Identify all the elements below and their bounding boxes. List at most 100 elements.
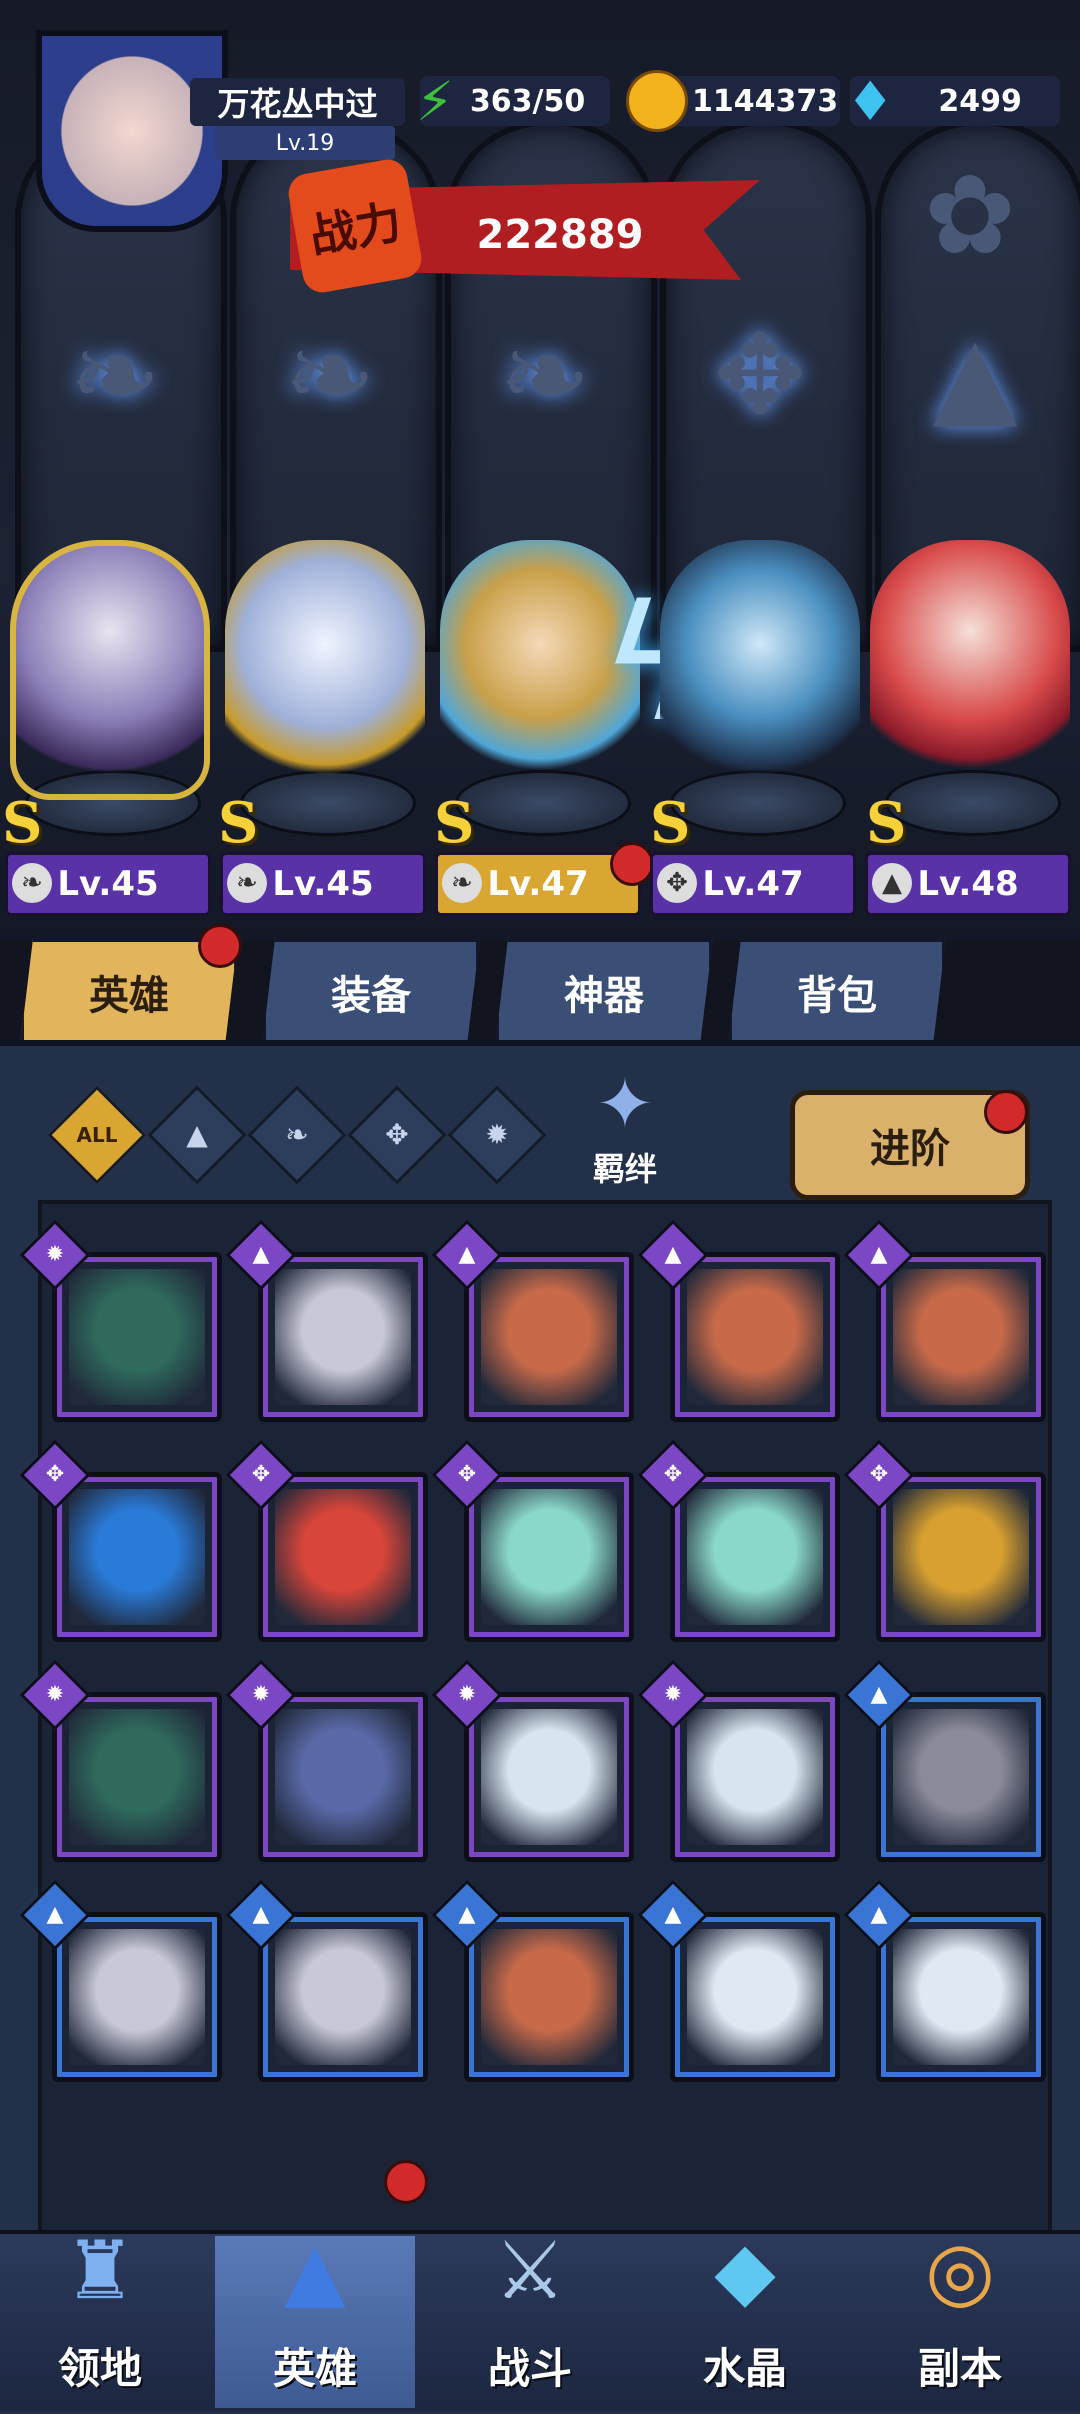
nav-label: 英雄 [272, 2344, 357, 2393]
coin-icon [626, 70, 688, 132]
power-value: 222889 [476, 212, 644, 258]
nav-battle[interactable]: ⚔ 战斗 [430, 2170, 630, 2408]
diamond-counter[interactable]: ♦ 2499 [846, 70, 1060, 133]
hero-portrait [687, 1929, 823, 2065]
nav-dungeon[interactable]: ◎ 副本 [860, 2170, 1060, 2408]
energy-value: 363/50 [469, 83, 586, 119]
nav-territory[interactable]: ♜ 领地 [0, 2170, 200, 2408]
hero-card[interactable] [464, 1472, 634, 1642]
hero-portrait [275, 1709, 411, 1845]
hero-portrait [687, 1709, 823, 1845]
hero-card[interactable] [876, 1912, 1046, 2082]
hero-level-bar: ✥ Lv.47 [650, 852, 856, 916]
hero-level: Lv.47 [702, 864, 804, 904]
player-avatar[interactable] [36, 30, 228, 232]
wing-emblem-icon: ❧ [283, 311, 377, 439]
tab-artifacts[interactable]: 神器 [495, 938, 713, 1046]
hero-portrait [69, 1709, 205, 1845]
diamond-icon: ♦ [846, 69, 895, 133]
rank-badge: S [218, 790, 259, 856]
flower-emblem-icon: ✿ [923, 151, 1017, 279]
rank-badge: S [650, 790, 691, 856]
hat-icon: ▲ [872, 863, 912, 903]
hero-card[interactable] [464, 1692, 634, 1862]
hero-card[interactable] [52, 1472, 222, 1642]
hero-card[interactable] [52, 1252, 222, 1422]
hero-level: Lv.45 [57, 864, 159, 904]
hero-card[interactable] [52, 1912, 222, 2082]
hero-card[interactable] [258, 1252, 428, 1422]
hero-portrait [687, 1489, 823, 1625]
hero-portrait [481, 1709, 617, 1845]
hero-portrait [69, 1489, 205, 1625]
alert-dot [984, 1090, 1028, 1134]
hero-figure-slot-4[interactable] [660, 540, 860, 800]
nav-label: 领地 [57, 2344, 142, 2393]
diamond-value: 2499 [938, 83, 1022, 119]
hero-figure-slot-1[interactable] [10, 540, 210, 800]
hero-card[interactable] [258, 1692, 428, 1862]
power-label: 战力 [285, 156, 425, 296]
nav-label: 副本 [917, 2344, 1002, 2393]
alert-dot [610, 842, 654, 886]
hero-portrait [69, 1269, 205, 1405]
hero-portrait [893, 1929, 1029, 2065]
wrench-emblem-icon: ✥ [713, 311, 807, 439]
hero-card[interactable] [258, 1912, 428, 2082]
rank-badge: S [434, 790, 475, 856]
nav-label: 战斗 [487, 2344, 572, 2393]
hero-portrait [893, 1269, 1029, 1405]
hero-portrait [275, 1929, 411, 2065]
hero-card[interactable] [670, 1912, 840, 2082]
hero-card[interactable] [464, 1912, 634, 2082]
hero-portrait [481, 1269, 617, 1405]
alert-dot [384, 2160, 428, 2204]
nav-crystal[interactable]: ◆ 水晶 [645, 2170, 845, 2408]
hero-portrait [275, 1269, 411, 1405]
hero-card[interactable] [876, 1472, 1046, 1642]
hero-portrait [481, 1929, 617, 2065]
energy-counter[interactable]: ⚡ 363/50 [416, 70, 610, 133]
tab-backpack[interactable]: 背包 [728, 938, 946, 1046]
hero-card[interactable] [258, 1472, 428, 1642]
wing-emblem-icon: ❧ [68, 311, 162, 439]
player-level: Lv.19 [215, 126, 395, 160]
hero-card[interactable] [876, 1692, 1046, 1862]
lightning-icon: ⚡ [416, 69, 454, 133]
hero-portrait [481, 1489, 617, 1625]
player-name: 万花丛中过 [190, 78, 405, 126]
hero-level-bar: ❧ Lv.45 [5, 852, 211, 916]
claw-icon: ✹ [485, 1118, 509, 1151]
hero-card[interactable] [52, 1692, 222, 1862]
gold-counter[interactable]: 1144373 [626, 70, 840, 132]
hero-card[interactable] [464, 1252, 634, 1422]
castle-icon: ♜ [64, 2223, 136, 2317]
hero-card[interactable] [670, 1692, 840, 1862]
hero-level-bar: ❧ Lv.45 [220, 852, 426, 916]
portal-icon: ◎ [925, 2223, 995, 2317]
hero-level: Lv.47 [487, 864, 589, 904]
hero-hat-icon: ▲ [284, 2223, 346, 2317]
nav-label: 水晶 [702, 2344, 787, 2393]
crystal-icon: ◆ [714, 2223, 776, 2317]
hat-emblem-icon: ▲ [932, 311, 1018, 439]
rank-badge: S [2, 790, 43, 856]
hero-card[interactable] [670, 1252, 840, 1422]
hero-portrait [893, 1709, 1029, 1845]
wing-icon: ❧ [442, 863, 482, 903]
bond-button[interactable]: ✦ 羁绊 [560, 1060, 690, 1190]
tab-equipment[interactable]: 装备 [262, 938, 480, 1046]
nav-heroes[interactable]: ▲ 英雄 [215, 2224, 415, 2408]
hero-level: Lv.45 [272, 864, 374, 904]
alert-dot [198, 924, 242, 968]
hero-figure-slot-5[interactable] [870, 540, 1070, 800]
hero-card[interactable] [670, 1472, 840, 1642]
hero-portrait [69, 1929, 205, 2065]
hero-figure-slot-2[interactable] [225, 540, 425, 800]
wing-icon: ❧ [12, 863, 52, 903]
rank-badge: S [866, 790, 907, 856]
hero-card[interactable] [876, 1252, 1046, 1422]
wrench-icon: ✥ [385, 1118, 409, 1151]
wing-icon: ❧ [227, 863, 267, 903]
wing-icon: ❧ [285, 1118, 309, 1151]
